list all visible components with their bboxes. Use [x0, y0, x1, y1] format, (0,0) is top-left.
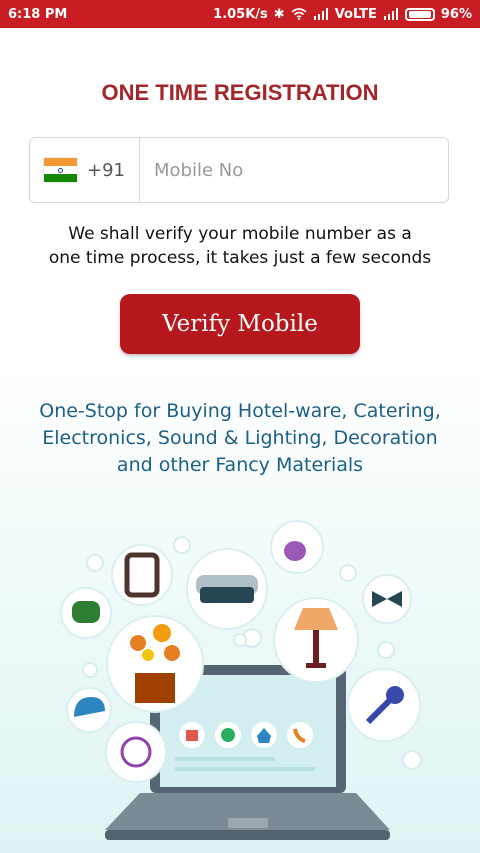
tagline-line3: and other Fancy Materials	[116, 454, 364, 476]
verify-note: We shall verify your mobile number as a …	[0, 222, 480, 270]
network-speed: 1.05K/s	[213, 6, 268, 22]
bow-tie-icon	[362, 574, 412, 624]
microphone-icon	[347, 668, 421, 742]
verify-mobile-button[interactable]: Verify Mobile	[120, 294, 360, 354]
battery-icon	[404, 7, 435, 21]
chair-icon	[60, 587, 112, 639]
country-code-selector[interactable]: +91	[30, 138, 140, 202]
hard-hat-icon	[66, 687, 112, 733]
mobile-number-input[interactable]	[140, 138, 448, 202]
country-code: +91	[87, 159, 125, 181]
network-type: VoLTE	[334, 6, 377, 22]
status-indicators: 1.05K/s ✱ VoLTE 96%	[213, 7, 472, 22]
mirror-frame-icon	[111, 544, 173, 606]
india-flag-icon	[44, 158, 77, 182]
teapot-icon	[270, 520, 324, 574]
tagline-line2: Electronics, Sound & Lighting, Decoratio…	[42, 427, 438, 449]
bluetooth-icon: ✱	[273, 6, 285, 22]
phone-input-group: +91	[29, 137, 449, 203]
wifi-icon	[291, 8, 307, 20]
tagline: One-Stop for Buying Hotel-ware, Catering…	[0, 398, 480, 479]
products-illustration	[60, 520, 422, 840]
signal-icon	[313, 8, 328, 20]
sofa-icon	[186, 548, 268, 630]
status-time: 6:18 PM	[8, 6, 68, 22]
status-bar: 6:18 PM 1.05K/s ✱ VoLTE 96%	[0, 0, 480, 28]
dinner-plate-icon	[105, 721, 167, 783]
verify-note-line1: We shall verify your mobile number as a	[68, 224, 412, 244]
page-title: ONE TIME REGISTRATION	[101, 80, 379, 105]
verify-note-line2: one time process, it takes just a few se…	[48, 248, 432, 268]
flower-pot-icon	[106, 615, 204, 713]
battery-percent: 96%	[440, 6, 472, 22]
table-lamp-icon	[273, 597, 359, 683]
tagline-line1: One-Stop for Buying Hotel-ware, Catering…	[39, 400, 441, 422]
signal-icon-2	[383, 8, 398, 20]
